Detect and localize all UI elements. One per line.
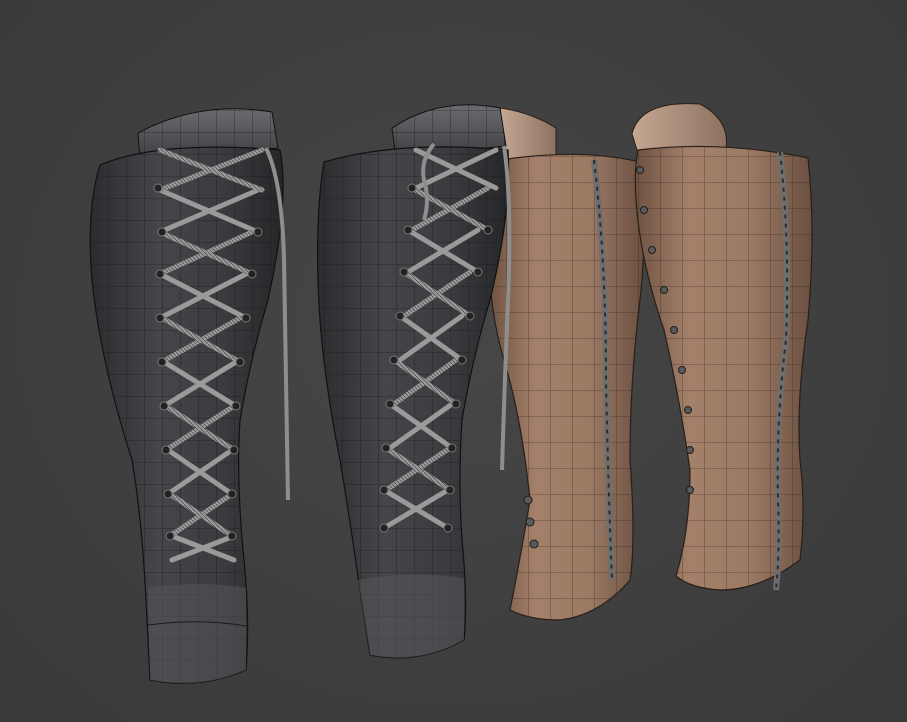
boot-2-dark-laced [317,104,512,659]
boot-1-dark-laced [89,108,290,684]
render-viewport [0,0,907,722]
boot-render [89,103,813,684]
boot-3-brown-side [488,107,645,621]
boot-4-brown-back [631,103,813,591]
